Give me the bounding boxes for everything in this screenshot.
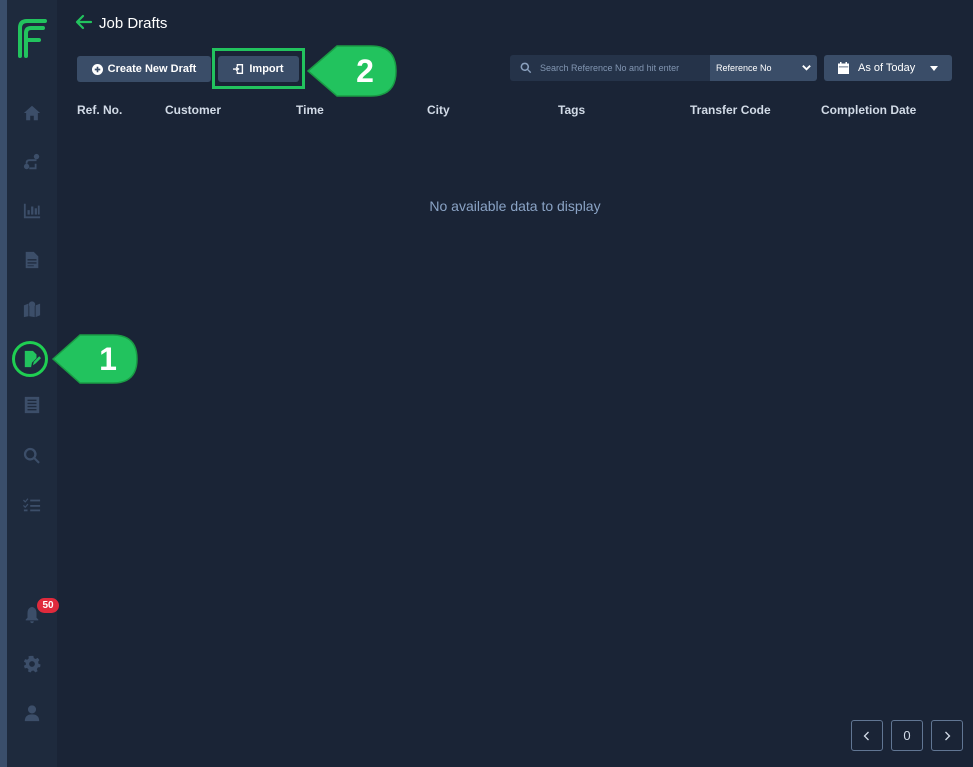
job-drafts-icon	[24, 350, 41, 368]
search-field-selected: Reference No	[716, 63, 772, 73]
create-new-draft-label: Create New Draft	[107, 63, 197, 75]
column-header-ref-no[interactable]: Ref. No.	[77, 103, 122, 117]
caret-down-icon	[930, 66, 938, 71]
sidebar-item-settings[interactable]	[20, 652, 44, 676]
column-header-city[interactable]: City	[427, 103, 450, 117]
step-1-callout: 1	[52, 334, 138, 384]
checklist-icon	[23, 498, 41, 512]
import-button[interactable]: Import	[218, 56, 299, 82]
app-logo	[18, 19, 47, 58]
sidebar-item-search[interactable]	[20, 444, 44, 468]
route-icon	[23, 153, 40, 170]
sidebar-item-home[interactable]	[20, 101, 44, 125]
chevron-left-icon	[863, 731, 869, 740]
step-2-number: 2	[356, 53, 374, 89]
column-header-tags[interactable]: Tags	[558, 103, 585, 117]
import-icon	[233, 63, 244, 75]
list-document-icon	[24, 396, 40, 414]
date-filter-label: As of Today	[858, 62, 916, 74]
chevron-down-icon	[802, 65, 811, 71]
search-icon	[23, 447, 40, 464]
column-header-time[interactable]: Time	[296, 103, 324, 117]
search-field-select[interactable]: Reference No	[710, 55, 817, 81]
sidebar: 50	[7, 0, 59, 767]
sidebar-item-reports[interactable]	[20, 393, 44, 417]
column-header-customer[interactable]: Customer	[165, 103, 221, 117]
sidebar-item-checklist[interactable]	[20, 493, 44, 517]
current-page-indicator: 0	[891, 720, 923, 751]
plus-circle-icon	[91, 63, 103, 75]
column-header-transfer-code[interactable]: Transfer Code	[690, 103, 771, 117]
sidebar-item-job-drafts[interactable]	[20, 347, 44, 371]
step-2-callout: 2	[307, 45, 397, 97]
import-label: Import	[249, 63, 284, 75]
date-filter-button[interactable]: As of Today	[824, 55, 952, 81]
previous-page-button[interactable]	[851, 720, 883, 751]
chevron-right-icon	[945, 731, 951, 740]
document-icon	[25, 251, 39, 269]
current-page-number: 0	[903, 728, 911, 743]
sidebar-item-documents[interactable]	[20, 248, 44, 272]
sidebar-item-profile[interactable]	[20, 701, 44, 725]
step-1-number: 1	[99, 341, 117, 377]
next-page-button[interactable]	[931, 720, 963, 751]
search-box	[510, 55, 710, 81]
app-window: 50 Job Drafts Create New Draft Import Re…	[0, 0, 973, 767]
gear-icon	[23, 655, 41, 673]
calendar-icon	[838, 62, 849, 74]
notifications-badge: 50	[37, 598, 59, 613]
column-header-completion-date[interactable]: Completion Date	[821, 103, 916, 117]
sidebar-edge	[0, 0, 7, 767]
map-icon	[23, 301, 41, 318]
sidebar-item-map[interactable]	[20, 297, 44, 321]
sidebar-item-routes[interactable]	[20, 150, 44, 174]
search-input[interactable]	[540, 63, 700, 73]
home-icon	[23, 105, 41, 121]
create-new-draft-button[interactable]: Create New Draft	[77, 56, 211, 82]
empty-table-message: No available data to display	[429, 198, 601, 214]
back-arrow-icon[interactable]	[75, 13, 93, 31]
user-icon	[24, 705, 40, 722]
page-title: Job Drafts	[99, 15, 168, 32]
search-icon	[520, 62, 532, 74]
